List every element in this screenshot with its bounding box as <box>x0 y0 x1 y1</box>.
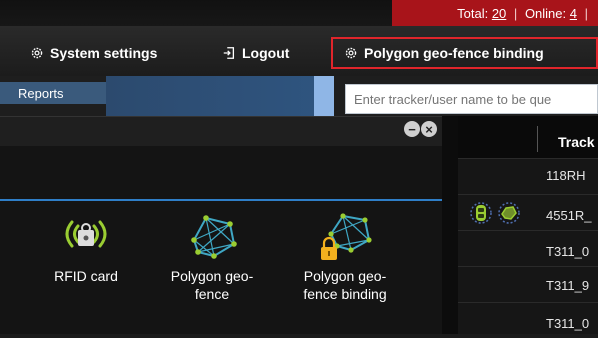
logout-icon <box>223 47 235 59</box>
tracker-name-cell: 118RH <box>546 168 586 183</box>
reports-tab-label: Reports <box>18 85 64 101</box>
gear-icon <box>345 47 357 59</box>
tool-label: Polygon geo-fence binding <box>303 268 387 302</box>
column-separator <box>537 126 538 152</box>
table-gutter <box>442 116 459 334</box>
polygon-binding-button[interactable]: Polygon geo-fence binding <box>344 42 544 64</box>
tool-label: RFID card <box>54 268 118 284</box>
menu-band <box>106 76 334 116</box>
tool-label: Polygon geo-fence <box>170 268 254 302</box>
total-count-link[interactable]: 20 <box>492 6 506 21</box>
polygon-geofence-binding-icon <box>321 213 372 260</box>
total-label: Total: <box>457 6 492 21</box>
vehicle-status-icon[interactable] <box>470 202 492 224</box>
tracker-name-cell: T311_9 <box>546 278 590 293</box>
tool-polygon-geofence[interactable]: Polygon geo-fence <box>157 210 267 303</box>
tracker-name-cell: T311_0 <box>546 244 590 259</box>
reports-tab[interactable]: Reports <box>0 82 106 104</box>
close-icon[interactable]: × <box>421 121 437 137</box>
top-strip <box>0 0 392 26</box>
logout-button[interactable]: Logout <box>222 42 289 64</box>
status-counts: Total: 20 | Online: 4 | <box>457 6 588 21</box>
gear-icon <box>31 47 43 59</box>
tracker-name-cell: 4551R_ <box>546 208 592 223</box>
panel-header <box>0 116 442 147</box>
polygon-geofence-icon <box>191 215 237 259</box>
tool-polygon-geofence-binding[interactable]: Polygon geo-fence binding <box>290 210 400 303</box>
rfid-card-icon <box>65 220 107 248</box>
search-input[interactable] <box>345 84 598 114</box>
online-count-link[interactable]: 4 <box>570 6 577 21</box>
menu-band-edge <box>314 76 334 116</box>
column-header-tracker[interactable]: Track <box>558 134 595 150</box>
polygon-binding-label: Polygon geo-fence binding <box>364 45 544 61</box>
system-settings-label: System settings <box>50 45 158 61</box>
tracker-name-cell: T311_0 <box>546 316 590 331</box>
minimize-icon[interactable]: − <box>404 121 420 137</box>
logout-label: Logout <box>242 45 290 61</box>
panel-divider <box>0 199 442 201</box>
geofence-status-icon[interactable] <box>498 202 520 224</box>
online-label: Online: <box>524 6 570 21</box>
system-settings-button[interactable]: System settings <box>30 42 157 64</box>
tool-rfid-card[interactable]: RFID card <box>31 210 141 285</box>
